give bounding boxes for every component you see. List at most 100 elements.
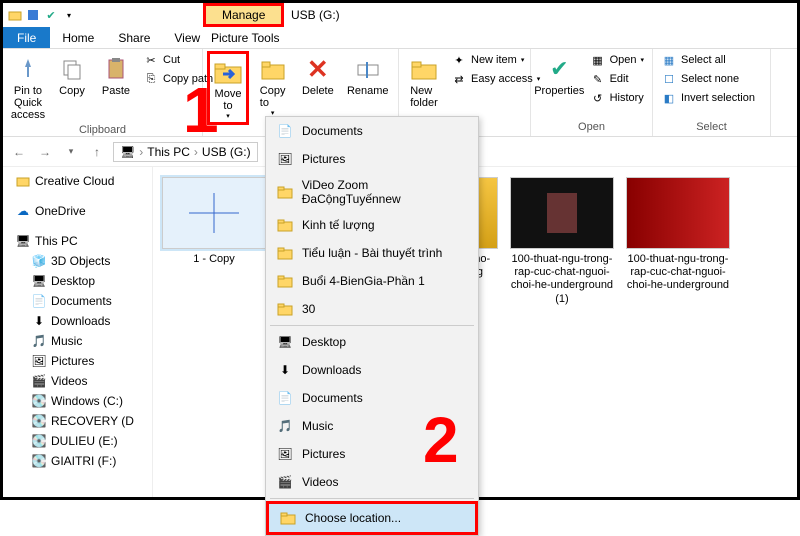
file-name-label: 100-thuat-ngu-trong-rap-cuc-chat-nguoi-c… bbox=[510, 253, 614, 306]
tree-this-pc[interactable]: 🖥This PC bbox=[3, 231, 152, 251]
file-tile[interactable]: 100-thuat-ngu-trong-rap-cuc-chat-nguoi-c… bbox=[623, 177, 733, 487]
move-to-dropdown: 📄Documents🖼PicturesViDeo Zoom ĐaCộngTuyế… bbox=[265, 116, 479, 536]
dropdown-item[interactable]: 🖼Pictures bbox=[266, 440, 478, 468]
open-button[interactable]: ▦Open ▾ bbox=[586, 51, 648, 69]
file-tile[interactable]: 100-thuat-ngu-trong-rap-cuc-chat-nguoi-c… bbox=[507, 177, 617, 487]
tree-item[interactable]: 💽Windows (C:) bbox=[3, 391, 152, 411]
dropdown-item[interactable]: ViDeo Zoom ĐaCộngTuyếnnew bbox=[266, 173, 478, 211]
tree-item-icon: 💽 bbox=[31, 433, 47, 449]
history-icon: ↺ bbox=[590, 90, 606, 106]
tree-onedrive[interactable]: ☁OneDrive bbox=[3, 201, 152, 221]
dropdown-item[interactable]: 30 bbox=[266, 295, 478, 323]
new-folder-button[interactable]: New folder bbox=[403, 51, 445, 111]
dropdown-item-icon bbox=[276, 300, 294, 318]
dropdown-item[interactable]: 🖼Pictures bbox=[266, 145, 478, 173]
dropdown-item[interactable]: ⬇Downloads bbox=[266, 356, 478, 384]
folder-icon bbox=[279, 509, 297, 527]
dropdown-item-icon: 🎵 bbox=[276, 417, 294, 435]
properties-icon: ✔ bbox=[543, 53, 575, 85]
history-button[interactable]: ↺History bbox=[586, 89, 648, 107]
dropdown-item-icon: 🖥 bbox=[276, 333, 294, 351]
copy-to-button[interactable]: Copy to▾ bbox=[251, 51, 294, 119]
tree-item[interactable]: 🧊3D Objects bbox=[3, 251, 152, 271]
file-tile[interactable]: 1 - Copy bbox=[159, 177, 269, 487]
breadcrumb[interactable]: 🖥 This PC USB (G:) bbox=[113, 142, 258, 162]
ribbon-group-select: ▦Select all ☐Select none ◧Invert selecti… bbox=[653, 49, 771, 136]
tree-item[interactable]: ⬇Downloads bbox=[3, 311, 152, 331]
delete-icon: ✕ bbox=[302, 53, 334, 85]
forward-button[interactable]: → bbox=[35, 142, 55, 162]
tree-item-icon: 🖼 bbox=[31, 353, 47, 369]
tree-item-icon: ⬇ bbox=[31, 313, 47, 329]
navigation-tree: Creative Cloud ☁OneDrive 🖥This PC 🧊3D Ob… bbox=[3, 167, 153, 497]
window-title: USB (G:) bbox=[291, 8, 340, 22]
new-folder-icon bbox=[408, 53, 440, 85]
select-all-button[interactable]: ▦Select all bbox=[657, 51, 759, 69]
select-none-button[interactable]: ☐Select none bbox=[657, 70, 759, 88]
dropdown-item[interactable]: 🎬Videos bbox=[266, 468, 478, 496]
invert-icon: ◧ bbox=[661, 90, 677, 106]
choose-location-item[interactable]: Choose location... bbox=[266, 501, 478, 535]
tree-item[interactable]: 🎬Videos bbox=[3, 371, 152, 391]
tree-item[interactable]: 📄Documents bbox=[3, 291, 152, 311]
tree-creative-cloud[interactable]: Creative Cloud bbox=[3, 171, 152, 191]
move-to-button[interactable]: Move to▾ bbox=[207, 51, 249, 125]
new-item-button[interactable]: ✦New item ▾ bbox=[447, 51, 544, 69]
dropdown-item[interactable]: Tiểu luận - Bài thuyết trình bbox=[266, 239, 478, 267]
dropdown-item[interactable]: Buổi 4-BienGia-Phần 1 bbox=[266, 267, 478, 295]
tab-share[interactable]: Share bbox=[106, 27, 162, 48]
tree-item-icon: 🎵 bbox=[31, 333, 47, 349]
edit-button[interactable]: ✎Edit bbox=[586, 70, 648, 88]
tree-item[interactable]: 💽RECOVERY (D bbox=[3, 411, 152, 431]
dropdown-item[interactable]: 🖥Desktop bbox=[266, 328, 478, 356]
recent-dropdown[interactable]: ▾ bbox=[61, 142, 81, 162]
tab-file[interactable]: File bbox=[3, 27, 50, 48]
paste-button[interactable]: Paste bbox=[95, 51, 137, 99]
dropdown-item-icon: 🖼 bbox=[276, 445, 294, 463]
edit-icon: ✎ bbox=[590, 71, 606, 87]
manage-contextual-tab[interactable]: Manage bbox=[203, 3, 284, 27]
qat-dropdown-icon[interactable]: ▾ bbox=[61, 7, 77, 23]
dropdown-item[interactable]: 📄Documents bbox=[266, 384, 478, 412]
new-item-icon: ✦ bbox=[451, 52, 467, 68]
pin-to-quick-access-button[interactable]: Pin to Quick access bbox=[7, 51, 49, 123]
ribbon-group-clipboard: Pin to Quick access Copy Paste ✂Cut ⎘Cop… bbox=[3, 49, 203, 136]
tree-item[interactable]: 🖼Pictures bbox=[3, 351, 152, 371]
file-name-label: 1 - Copy bbox=[193, 253, 235, 266]
quick-access-toolbar: ✔ ▾ bbox=[7, 7, 77, 23]
pc-icon: 🖥 bbox=[15, 233, 31, 249]
folder-icon bbox=[7, 7, 23, 23]
cut-icon: ✂ bbox=[143, 52, 159, 68]
copy-button[interactable]: Copy bbox=[51, 51, 93, 99]
dropdown-item[interactable]: Kinh tế lượng bbox=[266, 211, 478, 239]
rename-button[interactable]: Rename bbox=[341, 51, 394, 99]
tree-item[interactable]: 💽DULIEU (E:) bbox=[3, 431, 152, 451]
select-all-icon: ▦ bbox=[661, 52, 677, 68]
move-to-icon bbox=[212, 56, 244, 88]
tree-item-icon: 🎬 bbox=[31, 373, 47, 389]
delete-button[interactable]: ✕ Delete bbox=[296, 51, 339, 99]
dropdown-item-icon: ⬇ bbox=[276, 361, 294, 379]
copy-to-icon bbox=[257, 53, 289, 85]
tab-home[interactable]: Home bbox=[50, 27, 106, 48]
up-button[interactable]: ↑ bbox=[87, 142, 107, 162]
tree-item-icon: 🖥 bbox=[31, 273, 47, 289]
invert-selection-button[interactable]: ◧Invert selection bbox=[657, 89, 759, 107]
dropdown-item[interactable]: 🎵Music bbox=[266, 412, 478, 440]
properties-button[interactable]: ✔ Properties bbox=[535, 51, 584, 99]
tab-picture-tools[interactable]: Picture Tools bbox=[203, 31, 287, 45]
dropdown-item-icon: 📄 bbox=[276, 389, 294, 407]
tree-item-icon: 💽 bbox=[31, 393, 47, 409]
tree-item-icon: 💽 bbox=[31, 413, 47, 429]
select-none-icon: ☐ bbox=[661, 71, 677, 87]
tree-item-icon: 💽 bbox=[31, 453, 47, 469]
dropdown-item[interactable]: 📄Documents bbox=[266, 117, 478, 145]
back-button[interactable]: ← bbox=[9, 142, 29, 162]
easy-access-button[interactable]: ⇄Easy access ▾ bbox=[447, 70, 544, 88]
tree-item[interactable]: 🎵Music bbox=[3, 331, 152, 351]
dropdown-item-icon: 📄 bbox=[276, 122, 294, 140]
dropdown-item-icon: 🎬 bbox=[276, 473, 294, 491]
tree-item[interactable]: 🖥Desktop bbox=[3, 271, 152, 291]
tree-item[interactable]: 💽GIAITRI (F:) bbox=[3, 451, 152, 471]
save-icon[interactable] bbox=[25, 7, 41, 23]
